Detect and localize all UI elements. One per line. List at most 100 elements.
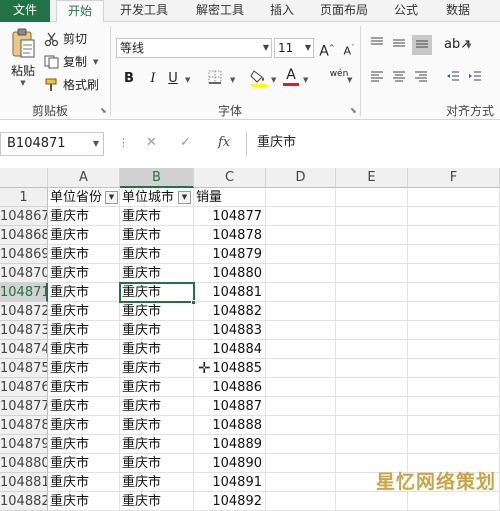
font-name-select[interactable]: 等线 ▼ — [116, 38, 272, 58]
font-launcher-icon[interactable]: ⬊ — [350, 106, 357, 115]
cell-sales[interactable]: 104890 — [194, 454, 266, 473]
paste-button[interactable]: 粘贴 ▼ — [6, 28, 40, 87]
orientation-button[interactable]: ab↗ — [444, 36, 471, 54]
cell-sales[interactable]: 104889 — [194, 435, 266, 454]
tab-page-layout[interactable]: 页面布局 — [310, 0, 378, 22]
empty-cell[interactable] — [336, 283, 408, 302]
cell-city[interactable]: 重庆市 — [120, 492, 194, 511]
increase-font-size-button[interactable]: A^ — [318, 39, 336, 60]
cell-province[interactable]: 重庆市 — [48, 340, 120, 359]
row-header[interactable]: 104870 — [0, 264, 48, 283]
empty-cell[interactable] — [266, 302, 336, 321]
cell-city[interactable]: 重庆市 — [120, 435, 194, 454]
cell-province[interactable]: 重庆市 — [48, 473, 120, 492]
cell-province[interactable]: 重庆市 — [48, 302, 120, 321]
column-header-e[interactable]: E — [336, 168, 408, 188]
empty-cell[interactable] — [266, 207, 336, 226]
cell-province[interactable]: 重庆市 — [48, 207, 120, 226]
empty-cell[interactable] — [408, 492, 500, 511]
empty-cell[interactable] — [266, 454, 336, 473]
row-header[interactable]: 104881 — [0, 473, 48, 492]
cell-city[interactable]: 重庆市 — [120, 207, 194, 226]
row-header[interactable]: 104867 — [0, 207, 48, 226]
row-header[interactable]: 104877 — [0, 397, 48, 416]
row-header[interactable]: 104876 — [0, 378, 48, 397]
empty-cell[interactable] — [336, 435, 408, 454]
empty-cell[interactable] — [408, 245, 500, 264]
align-right-button[interactable] — [412, 70, 430, 88]
cut-button[interactable]: 剪切 — [44, 30, 87, 47]
tab-file[interactable]: 文件 — [0, 0, 50, 22]
empty-cell[interactable] — [408, 435, 500, 454]
tab-data[interactable]: 数据 — [438, 0, 478, 22]
cell-city[interactable]: 重庆市 — [120, 454, 194, 473]
font-size-select[interactable]: 11 ▼ — [274, 38, 314, 58]
cell-province[interactable]: 重庆市 — [48, 435, 120, 454]
cell-city[interactable]: 重庆市 — [120, 302, 194, 321]
row-header[interactable]: 104869 — [0, 245, 48, 264]
column-header-a[interactable]: A — [48, 168, 120, 188]
row-header[interactable]: 104875 — [0, 359, 48, 378]
cell-city[interactable]: 重庆市 — [120, 473, 194, 492]
header-cell-sales[interactable]: 销量 — [194, 188, 266, 207]
empty-cell[interactable] — [336, 492, 408, 511]
cell-city[interactable]: 重庆市 — [120, 378, 194, 397]
cell-province[interactable]: 重庆市 — [48, 397, 120, 416]
cell-sales[interactable]: 104877 — [194, 207, 266, 226]
empty-cell[interactable] — [408, 378, 500, 397]
row-header[interactable]: 104871 — [0, 283, 48, 302]
empty-cell[interactable] — [336, 397, 408, 416]
borders-dropdown-icon[interactable]: ▼ — [230, 76, 235, 84]
cell-province[interactable]: 重庆市 — [48, 378, 120, 397]
column-header-c[interactable]: C — [194, 168, 266, 188]
empty-cell[interactable] — [336, 340, 408, 359]
fill-handle[interactable] — [191, 300, 196, 305]
column-header-f[interactable]: F — [408, 168, 500, 188]
row-header[interactable]: 104868 — [0, 226, 48, 245]
row-header[interactable]: 104873 — [0, 321, 48, 340]
worksheet-grid[interactable]: A B C D E F 1 单位省份 ▼ 单位城市 ▼ 销量 104867 重庆市… — [0, 168, 500, 511]
empty-cell[interactable] — [408, 321, 500, 340]
empty-cell[interactable] — [266, 245, 336, 264]
row-header[interactable]: 104878 — [0, 416, 48, 435]
cell-province[interactable]: 重庆市 — [48, 454, 120, 473]
cell-city[interactable]: 重庆市 — [120, 264, 194, 283]
underline-button[interactable]: U — [164, 70, 182, 88]
cell-sales[interactable]: 104882 — [194, 302, 266, 321]
cell-province[interactable]: 重庆市 — [48, 264, 120, 283]
empty-cell[interactable] — [408, 302, 500, 321]
enter-button[interactable]: ✓ — [180, 135, 191, 150]
empty-cell[interactable] — [336, 226, 408, 245]
empty-cell[interactable] — [266, 397, 336, 416]
cell-province[interactable]: 重庆市 — [48, 492, 120, 511]
formula-input[interactable]: 重庆市 — [246, 132, 500, 156]
filter-dropdown-icon[interactable]: ▼ — [178, 191, 191, 204]
tab-home[interactable]: 开始 — [56, 0, 104, 23]
tab-insert[interactable]: 插入 — [262, 0, 302, 22]
row-header[interactable]: 104879 — [0, 435, 48, 454]
cell-sales[interactable]: 104881 — [194, 283, 266, 302]
cell-sales[interactable]: 104888 — [194, 416, 266, 435]
italic-button[interactable]: I — [144, 70, 162, 88]
empty-cell[interactable] — [408, 226, 500, 245]
cancel-button[interactable]: ✕ — [146, 135, 157, 150]
select-all-corner[interactable] — [0, 168, 48, 188]
empty-cell[interactable] — [266, 435, 336, 454]
column-header-d[interactable]: D — [266, 168, 336, 188]
row-header[interactable]: 104872 — [0, 302, 48, 321]
empty-cell[interactable] — [408, 283, 500, 302]
decrease-font-size-button[interactable]: Aˇ — [340, 39, 358, 58]
align-left-button[interactable] — [368, 70, 386, 88]
insert-function-button[interactable]: fx — [218, 135, 230, 150]
cell-sales[interactable]: 104892 — [194, 492, 266, 511]
empty-cell[interactable] — [336, 207, 408, 226]
column-header-b[interactable]: B — [120, 168, 194, 188]
cell-province[interactable]: 重庆市 — [48, 245, 120, 264]
cell-province[interactable]: 重庆市 — [48, 321, 120, 340]
cell-city[interactable]: 重庆市 — [120, 321, 194, 340]
drag-handle-icon[interactable]: ⋮ — [118, 136, 129, 149]
bold-button[interactable]: B — [120, 70, 138, 88]
empty-cell[interactable] — [408, 188, 500, 207]
paste-dropdown-icon[interactable]: ▼ — [20, 79, 25, 87]
format-painter-button[interactable]: 格式刷 — [44, 76, 99, 93]
